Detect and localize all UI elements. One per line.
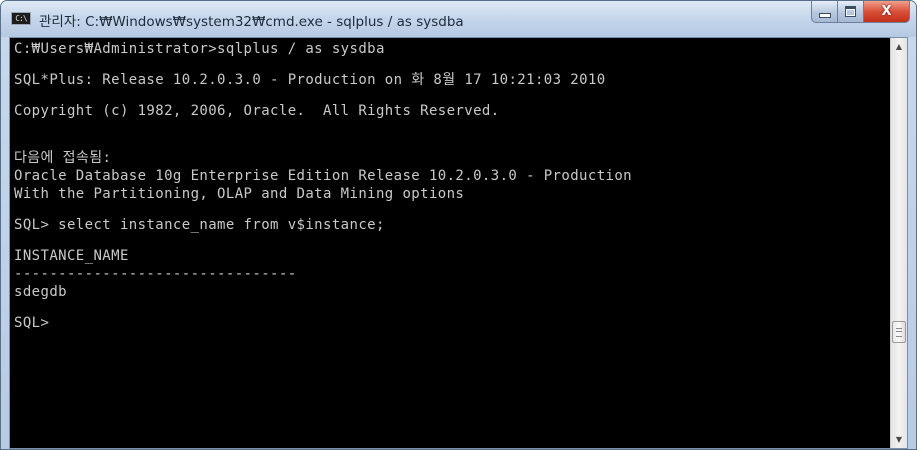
console-output[interactable]: C:₩Users₩Administrator>sqlplus / as sysd… <box>10 38 890 448</box>
title-bar[interactable]: C:\ 관리자: C:₩Windows₩system32₩cmd.exe - s… <box>1 1 916 37</box>
scroll-down-arrow-icon[interactable]: ▼ <box>891 431 907 448</box>
console-line: Oracle Database 10g Enterprise Edition R… <box>14 168 633 184</box>
maximize-icon <box>845 6 856 17</box>
close-button[interactable]: X <box>864 1 910 23</box>
vertical-scrollbar[interactable]: ▲ ▼ <box>890 38 907 448</box>
maximize-button[interactable] <box>838 1 864 23</box>
console-line: SQL*Plus: Release 10.2.0.3.0 - Productio… <box>14 72 606 88</box>
close-icon: X <box>881 4 892 19</box>
scroll-up-arrow-icon[interactable]: ▲ <box>891 38 907 55</box>
console-line: INSTANCE_NAME <box>14 248 129 264</box>
console-app-icon[interactable]: C:\ <box>11 12 31 25</box>
console-line: -------------------------------- <box>14 266 297 282</box>
console-area[interactable]: C:₩Users₩Administrator>sqlplus / as sysd… <box>9 37 908 449</box>
minimize-button[interactable] <box>811 1 838 23</box>
console-line: Copyright (c) 1982, 2006, Oracle. All Ri… <box>14 103 500 119</box>
grip-icon <box>896 328 902 337</box>
cmd-window: C:\ 관리자: C:₩Windows₩system32₩cmd.exe - s… <box>0 0 917 450</box>
console-line: With the Partitioning, OLAP and Data Min… <box>14 186 465 202</box>
console-line: SQL> select instance_name from v$instanc… <box>14 217 385 233</box>
window-title: 관리자: C:₩Windows₩system32₩cmd.exe - sqlpl… <box>39 14 464 30</box>
console-line: SQL> <box>14 315 50 331</box>
console-line: sdegdb <box>14 284 67 300</box>
window-controls: X <box>811 1 910 23</box>
console-line: 다음에 접속됨: <box>14 150 112 166</box>
scrollbar-thumb[interactable] <box>892 321 906 343</box>
minimize-icon <box>818 13 831 18</box>
console-line: C:₩Users₩Administrator>sqlplus / as sysd… <box>14 41 385 57</box>
